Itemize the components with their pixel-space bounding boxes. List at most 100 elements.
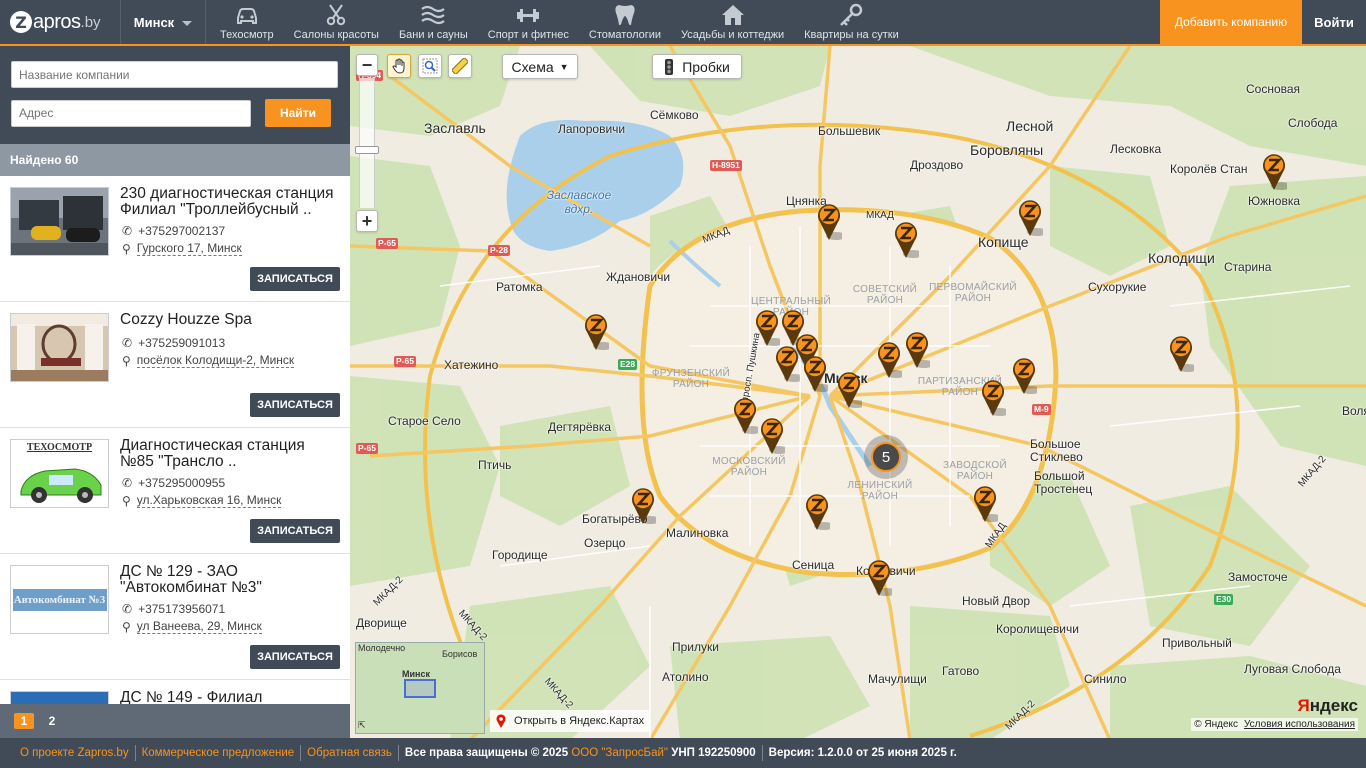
result-card[interactable]: ТЕХОСМОТР Диагностическая станция №85 "Т… — [0, 428, 350, 554]
result-address[interactable]: ⚲ ул Ванеева, 29, Минск — [122, 619, 262, 634]
category-sport[interactable]: Спорт и фитнес — [478, 0, 579, 44]
company-marker[interactable] — [836, 370, 866, 410]
site-logo[interactable]: Z apros .by — [0, 0, 120, 44]
ruler-tool-button[interactable] — [448, 54, 472, 78]
water-label: Заславское вдхр. — [546, 188, 612, 216]
find-button[interactable]: Найти — [265, 99, 331, 127]
commercial-offer-link[interactable]: Коммерческое предложение — [136, 747, 301, 759]
place-label: Королёв Стан — [1170, 162, 1248, 176]
zoom-slider-thumb[interactable] — [355, 146, 379, 154]
address-input[interactable] — [11, 99, 251, 127]
place-label: Озерцо — [584, 536, 626, 550]
result-thumbnail[interactable]: Автокомбинат №3 — [10, 565, 109, 634]
book-button[interactable]: ЗАПИСАТЬСЯ — [250, 393, 340, 417]
result-address[interactable]: ⚲ посёлок Колодищи-2, Минск — [122, 353, 295, 368]
address-link[interactable]: посёлок Колодищи-2, Минск — [136, 353, 295, 368]
open-in-yandex-maps-link[interactable]: Открыть в Яндекс.Картах — [490, 710, 651, 732]
result-thumbnail[interactable] — [10, 691, 109, 704]
result-address[interactable]: ⚲ Гурского 17, Минск — [122, 241, 242, 256]
feedback-link[interactable]: Обратная связь — [301, 747, 398, 759]
category-cottages[interactable]: Усадьбы и коттеджи — [671, 0, 794, 44]
result-card[interactable]: Автокомбинат №3 ДС № 129 - ЗАО "Автокомб… — [0, 554, 350, 680]
result-thumbnail[interactable]: ТЕХОСМОТР — [10, 439, 109, 508]
phone-number: +375297002137 — [138, 224, 226, 238]
result-thumbnail[interactable] — [10, 313, 109, 382]
drag-tool-button[interactable] — [387, 54, 411, 78]
zoom-area-tool-button[interactable] — [418, 54, 442, 78]
place-label: Дворище — [356, 616, 407, 630]
collapse-minimap-icon[interactable]: ⇱ — [358, 720, 366, 731]
company-marker[interactable] — [876, 340, 906, 380]
company-marker[interactable] — [1011, 356, 1041, 396]
result-title[interactable]: Cozzy Houzze Spa — [120, 312, 342, 328]
company-marker[interactable] — [866, 558, 896, 598]
result-address[interactable]: ⚲ ул.Харьковская 16, Минск — [122, 493, 282, 508]
book-button[interactable]: ЗАПИСАТЬСЯ — [250, 267, 340, 291]
result-title[interactable]: ДС № 149 - Филиал — [120, 690, 342, 704]
road-label: M-9 — [1032, 404, 1051, 415]
company-name-input[interactable] — [11, 61, 338, 88]
overview-minimap[interactable]: Молодечно Борисов Минск ⇱ — [355, 642, 485, 734]
marker-cluster[interactable]: 5 — [864, 435, 908, 479]
company-marker[interactable] — [630, 486, 660, 526]
company-marker[interactable] — [804, 492, 834, 532]
company-marker[interactable] — [972, 484, 1002, 524]
page-1[interactable]: 1 — [14, 713, 34, 729]
terms-of-use-link[interactable]: Условия использования — [1244, 719, 1355, 730]
traffic-light-icon — [665, 58, 674, 75]
road-name: МКАД — [866, 210, 894, 221]
company-marker[interactable] — [802, 354, 832, 394]
traffic-toggle-button[interactable]: Пробки — [652, 54, 742, 79]
company-marker[interactable] — [732, 396, 762, 436]
result-card[interactable]: Cozzy Houzze Spa ✆ +375259091013 ⚲ посёлок… — [0, 302, 350, 428]
plus-icon: + — [361, 210, 373, 231]
place-label: Сеница — [792, 558, 835, 572]
page-2[interactable]: 2 — [42, 713, 62, 729]
map-type-dropdown[interactable]: Схема ▼ — [502, 54, 578, 79]
result-thumbnail[interactable] — [10, 187, 109, 256]
road-label: E28 — [618, 359, 638, 370]
category-beauty[interactable]: Салоны красоты — [284, 0, 389, 44]
company-marker[interactable] — [1017, 198, 1047, 238]
map-view[interactable]: H-894 H-8951 P-65 P-28 P-65 E28 M-9 P-65… — [350, 44, 1366, 738]
company-marker[interactable] — [754, 308, 784, 348]
add-company-button[interactable]: Добавить компанию — [1160, 0, 1302, 44]
login-button[interactable]: Войти — [1302, 0, 1366, 44]
company-marker[interactable] — [1168, 334, 1198, 374]
company-marker[interactable] — [583, 312, 613, 352]
book-button[interactable]: ЗАПИСАТЬСЯ — [250, 519, 340, 543]
results-list[interactable]: 230 диагностическая станция Филиал "Трол… — [0, 176, 350, 704]
zoom-slider-track[interactable] — [359, 78, 375, 208]
company-marker[interactable] — [816, 202, 846, 242]
result-title[interactable]: Диагностическая станция №85 "Трансло .. — [120, 438, 342, 470]
category-techosmotr[interactable]: Техосмотр — [210, 0, 284, 44]
road-label: E30 — [1214, 594, 1234, 605]
company-marker[interactable] — [980, 378, 1010, 418]
company-marker[interactable] — [893, 220, 923, 260]
city-selector[interactable]: Минск — [120, 0, 206, 44]
book-button[interactable]: ЗАПИСАТЬСЯ — [250, 645, 340, 669]
about-link[interactable]: О проекте Zapros.by — [14, 747, 135, 759]
company-marker[interactable] — [774, 344, 804, 384]
company-marker[interactable] — [1261, 152, 1291, 192]
place-label: Заславль — [424, 120, 486, 136]
zoom-out-button[interactable]: − — [356, 54, 378, 76]
result-title[interactable]: ДС № 129 - ЗАО "Автокомбинат №3" — [120, 564, 342, 596]
address-link[interactable]: ул Ванеева, 29, Минск — [136, 619, 262, 634]
place-label: Большое Стиклево — [1030, 437, 1083, 464]
minimap-place: Минск — [402, 669, 430, 679]
minimap-viewport[interactable] — [404, 679, 436, 698]
zoom-in-button[interactable]: + — [356, 210, 378, 232]
address-link[interactable]: Гурского 17, Минск — [136, 241, 242, 256]
category-apartments[interactable]: Квартиры на сутки — [794, 0, 909, 44]
category-dental[interactable]: Стоматологии — [579, 0, 671, 44]
result-card[interactable]: 230 диагностическая станция Филиал "Трол… — [0, 176, 350, 302]
company-marker[interactable] — [904, 330, 934, 370]
category-saunas[interactable]: Бани и сауны — [389, 0, 478, 44]
result-card[interactable]: ДС № 149 - Филиал — [0, 680, 350, 704]
company-link[interactable]: ООО "ЗапросБай" — [571, 747, 668, 759]
place-label: Лесной — [1006, 118, 1054, 134]
address-link[interactable]: ул.Харьковская 16, Минск — [136, 493, 282, 508]
result-title[interactable]: 230 диагностическая станция Филиал "Трол… — [120, 186, 342, 218]
company-marker[interactable] — [759, 416, 789, 456]
